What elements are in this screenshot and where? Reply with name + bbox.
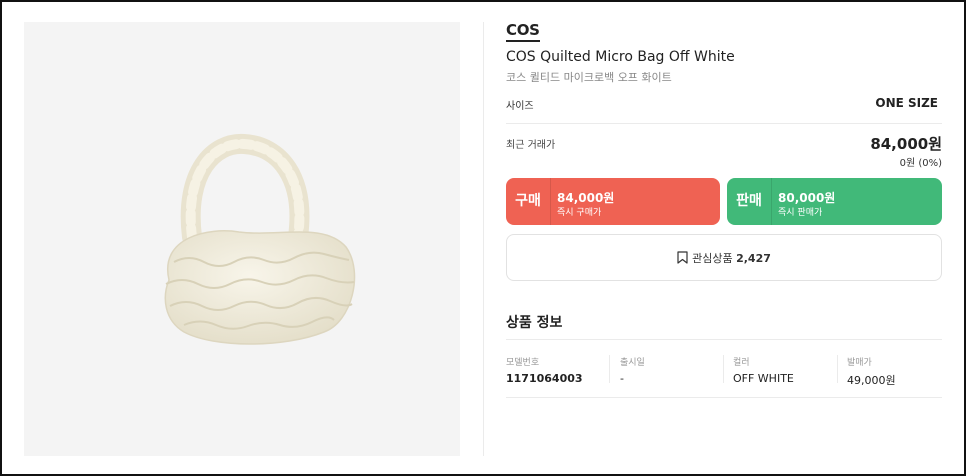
size-selector[interactable]: 사이즈 ONE SIZE [506, 94, 942, 124]
spec-divider [609, 355, 610, 383]
spec-label: 컬러 [733, 358, 750, 368]
spec-model-number: 모델번호 1171064003 [506, 355, 583, 385]
buy-label: 구매 [515, 193, 541, 209]
spec-label: 발매가 [847, 358, 872, 368]
recent-price-label: 최근 거래가 [506, 140, 556, 151]
page-frame: COS COS Quilted Micro Bag Off White 코스 퀼… [0, 0, 966, 476]
buy-price: 84,000원 [557, 191, 615, 205]
size-label: 사이즈 [506, 101, 534, 112]
spec-value: - [620, 372, 624, 385]
bag-illustration [164, 133, 356, 345]
bookmark-icon [677, 251, 688, 264]
spec-label: 모델번호 [506, 358, 540, 368]
product-image[interactable] [24, 22, 460, 456]
spec-label: 출시일 [620, 358, 645, 368]
sell-sub-label: 즉시 판매가 [778, 208, 823, 218]
buy-button[interactable]: 구매 84,000원 즉시 구매가 [506, 178, 720, 225]
spec-retail-price: 발매가 49,000원 [847, 355, 896, 387]
recent-price-value: 84,000원 [870, 135, 942, 153]
product-title: COS Quilted Micro Bag Off White [506, 49, 735, 65]
brand-link[interactable]: COS [506, 21, 540, 42]
spec-value: 49,000원 [847, 374, 896, 387]
buy-sub-label: 즉시 구매가 [557, 208, 602, 218]
wishlist-content: 관심상품 2,427 [507, 250, 941, 266]
sell-button[interactable]: 판매 80,000원 즉시 판매가 [727, 178, 942, 225]
recent-price-change: 0원 (0%) [899, 158, 942, 169]
sell-price: 80,000원 [778, 191, 836, 205]
wishlist-count: 2,427 [736, 252, 771, 265]
section-divider-bottom [506, 397, 942, 398]
column-divider [483, 22, 484, 456]
section-title: 상품 정보 [506, 315, 563, 331]
spec-release-date: 출시일 - [620, 355, 645, 385]
product-info: COS COS Quilted Micro Bag Off White 코스 퀼… [506, 20, 942, 398]
wishlist-label: 관심상품 [692, 252, 733, 265]
buy-button-divider [550, 178, 551, 225]
spec-color: 컬러 OFF WHITE [733, 355, 794, 385]
sell-label: 판매 [736, 193, 762, 209]
size-value: ONE SIZE [875, 96, 938, 110]
product-title-korean: 코스 퀼티드 마이크로백 오프 화이트 [506, 71, 672, 84]
spec-divider [837, 355, 838, 383]
wishlist-button[interactable]: 관심상품 2,427 [506, 234, 942, 281]
spec-value: 1171064003 [506, 372, 583, 385]
spec-value: OFF WHITE [733, 372, 794, 385]
spec-divider [723, 355, 724, 383]
sell-button-divider [771, 178, 772, 225]
section-divider-top [506, 339, 942, 340]
